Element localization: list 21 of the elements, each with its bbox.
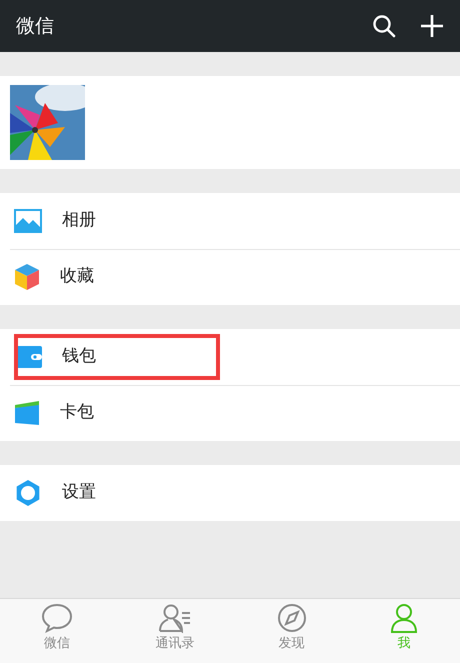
app-title: 微信 bbox=[16, 14, 54, 39]
search-icon[interactable] bbox=[372, 14, 396, 38]
menu-row[interactable]: 卡包 bbox=[0, 385, 460, 441]
photo-icon bbox=[14, 209, 42, 233]
menu-row[interactable]: 设置 bbox=[0, 465, 460, 521]
menu-label: 设置 bbox=[62, 481, 96, 504]
menu-row[interactable]: 收藏 bbox=[0, 249, 460, 305]
person-icon bbox=[388, 603, 419, 633]
menu-row[interactable]: 钱包 bbox=[0, 329, 460, 385]
add-icon[interactable] bbox=[420, 14, 444, 38]
cube-icon bbox=[14, 263, 40, 291]
menu-row[interactable]: 相册 bbox=[0, 193, 460, 249]
settings-icon bbox=[14, 479, 42, 507]
chat-bubble-icon bbox=[41, 603, 74, 633]
card-icon bbox=[14, 400, 40, 426]
menu-label: 卡包 bbox=[60, 401, 94, 424]
menu-label: 相册 bbox=[62, 209, 96, 232]
menu-label: 收藏 bbox=[60, 265, 94, 288]
contacts-icon bbox=[158, 603, 192, 633]
menu-label: 钱包 bbox=[62, 345, 96, 368]
compass-icon bbox=[276, 603, 307, 633]
